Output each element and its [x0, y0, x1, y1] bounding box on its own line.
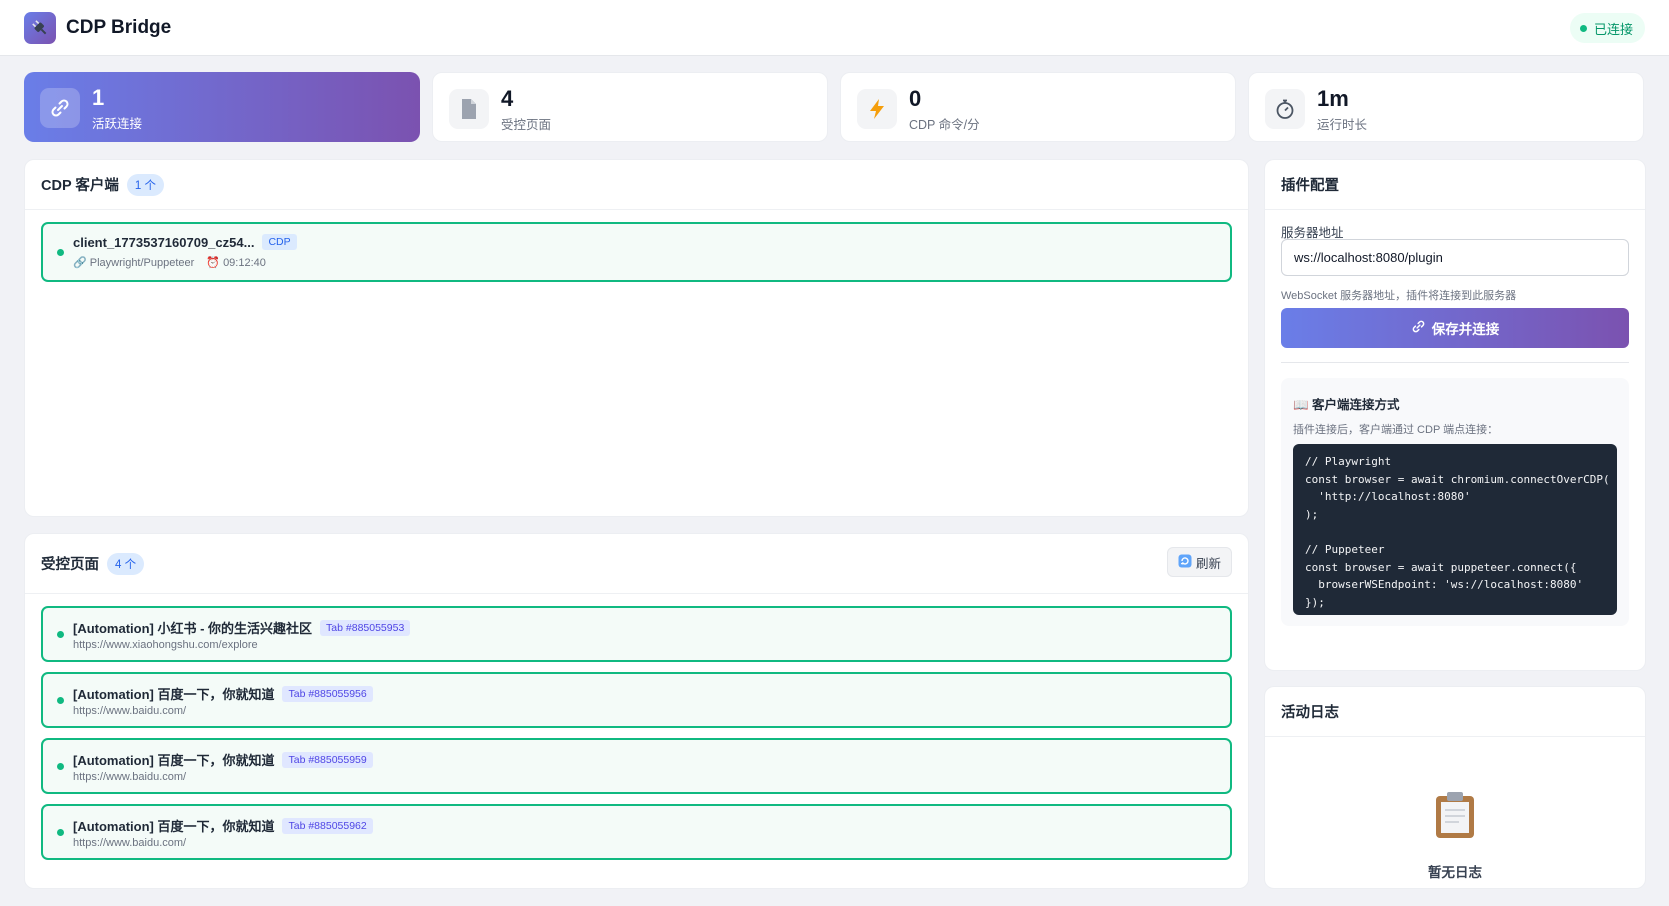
page-item[interactable]: [Automation] 百度一下，你就知道 Tab #885055962 ht…: [41, 804, 1232, 860]
page-title-row: [Automation] 百度一下，你就知道 Tab #885055956: [73, 684, 373, 703]
status-dot-icon: [57, 630, 64, 638]
refresh-icon: [1178, 554, 1192, 571]
tab-tag: Tab #885055953: [320, 619, 411, 636]
panel-header: 受控页面 4 个 刷新: [25, 534, 1248, 594]
stat-label: 运行时长: [1317, 118, 1368, 132]
stat-label: CDP 命令/分: [909, 118, 980, 132]
page-title-row: [Automation] 小红书 - 你的生活兴趣社区 Tab #8850559…: [73, 618, 411, 637]
page-title: [Automation] 百度一下，你就知道: [73, 819, 275, 834]
page-title: [Automation] 百度一下，你就知道: [73, 753, 275, 768]
panel-title: CDP 客户端: [41, 178, 119, 194]
stat-card-cdp-commands: 0 CDP 命令/分: [840, 72, 1236, 142]
status-dot-icon: [57, 248, 64, 256]
panel-title: 插件配置: [1281, 178, 1339, 194]
count-badge: 1 个: [126, 173, 164, 196]
save-connect-button[interactable]: 保存并连接: [1281, 308, 1629, 348]
page-url: https://www.baidu.com/: [73, 837, 187, 849]
status-dot-icon: [57, 762, 64, 770]
client-title-row: client_1773537160709_cz54... CDP: [73, 234, 297, 250]
client-time: ⏰ 09:12:40: [206, 257, 266, 269]
page-item[interactable]: [Automation] 百度一下，你就知道 Tab #885055956 ht…: [41, 672, 1232, 728]
page-icon: [449, 89, 489, 129]
stat-value: 1: [92, 85, 105, 110]
connection-status-badge: 已连接: [1569, 13, 1645, 43]
tab-tag: Tab #885055956: [282, 685, 373, 702]
client-item[interactable]: client_1773537160709_cz54... CDP 🔗 Playw…: [41, 222, 1232, 282]
top-header: CDP Bridge 已连接: [0, 0, 1669, 56]
app-title: CDP Bridge: [66, 17, 172, 38]
refresh-button[interactable]: 刷新: [1166, 547, 1232, 577]
page-title: [Automation] 百度一下，你就知道: [73, 687, 275, 702]
connection-guide: 📖 客户端连接方式 插件连接后，客户端通过 CDP 端点连接： // Playw…: [1281, 378, 1629, 626]
client-type: 🔗 Playwright/Puppeteer: [73, 257, 195, 269]
tab-tag: Tab #885055962: [282, 817, 373, 834]
client-tag: CDP: [262, 234, 297, 250]
stat-label: 受控页面: [501, 118, 552, 132]
client-id: client_1773537160709_cz54...: [73, 234, 255, 250]
link-icon: [40, 88, 80, 128]
status-dot-icon: [57, 828, 64, 836]
count-badge: 4 个: [107, 552, 145, 575]
controlled-pages-panel: 受控页面 4 个 刷新 [Automation] 小红书 - 你的生活兴趣社区 …: [24, 533, 1249, 889]
panel-title: 活动日志: [1281, 705, 1339, 721]
stat-card-uptime: 1m 运行时长: [1248, 72, 1644, 142]
plugin-config-panel: 插件配置 服务器地址 WebSocket 服务器地址，插件将连接到此服务器 保存…: [1264, 159, 1646, 671]
status-dot-icon: [1579, 24, 1587, 32]
status-dot-icon: [57, 696, 64, 704]
panel-header: CDP 客户端 1 个: [25, 160, 1248, 210]
connection-status-text: 已连接: [1593, 21, 1633, 37]
page-title: [Automation] 小红书 - 你的生活兴趣社区: [73, 621, 313, 636]
page-url: https://www.baidu.com/: [73, 705, 187, 717]
guide-title: 📖 客户端连接方式: [1293, 398, 1400, 412]
stat-card-controlled-pages: 4 受控页面: [432, 72, 828, 142]
guide-description: 插件连接后，客户端通过 CDP 端点连接：: [1293, 424, 1499, 436]
cdp-clients-panel: CDP 客户端 1 个 client_1773537160709_cz54...…: [24, 159, 1249, 517]
save-connect-label: 保存并连接: [1431, 322, 1500, 337]
clipboard-icon: [1433, 791, 1477, 839]
stopwatch-icon: [1265, 89, 1305, 129]
stat-label: 活跃连接: [92, 117, 143, 131]
stat-value: 0: [909, 86, 922, 111]
page-title-row: [Automation] 百度一下，你就知道 Tab #885055962: [73, 816, 373, 835]
server-address-hint: WebSocket 服务器地址，插件将连接到此服务器: [1281, 290, 1517, 302]
panel-title: 受控页面: [41, 557, 99, 573]
page-url: https://www.xiaohongshu.com/explore: [73, 639, 258, 651]
divider: [1281, 362, 1629, 363]
stat-card-active-connections: 1 活跃连接: [24, 72, 420, 142]
client-meta: 🔗 Playwright/Puppeteer ⏰ 09:12:40: [73, 256, 266, 269]
activity-log-panel: 活动日志 暂无日志: [1264, 686, 1646, 889]
code-snippet: // Playwright const browser = await chro…: [1293, 444, 1617, 615]
stat-value: 1m: [1317, 86, 1349, 111]
tab-tag: Tab #885055959: [282, 751, 373, 768]
panel-header: 插件配置: [1265, 160, 1645, 210]
server-address-input[interactable]: [1281, 239, 1629, 276]
refresh-label: 刷新: [1195, 556, 1221, 571]
plug-icon: [24, 12, 56, 44]
page-url: https://www.baidu.com/: [73, 771, 187, 783]
stat-value: 4: [501, 86, 514, 111]
link-icon: [1411, 319, 1426, 337]
page-item[interactable]: [Automation] 小红书 - 你的生活兴趣社区 Tab #8850559…: [41, 606, 1232, 662]
empty-log-text: 暂无日志: [1428, 865, 1482, 880]
page-title-row: [Automation] 百度一下，你就知道 Tab #885055959: [73, 750, 373, 769]
lightning-icon: [857, 89, 897, 129]
panel-header: 活动日志: [1265, 687, 1645, 737]
page-item[interactable]: [Automation] 百度一下，你就知道 Tab #885055959 ht…: [41, 738, 1232, 794]
